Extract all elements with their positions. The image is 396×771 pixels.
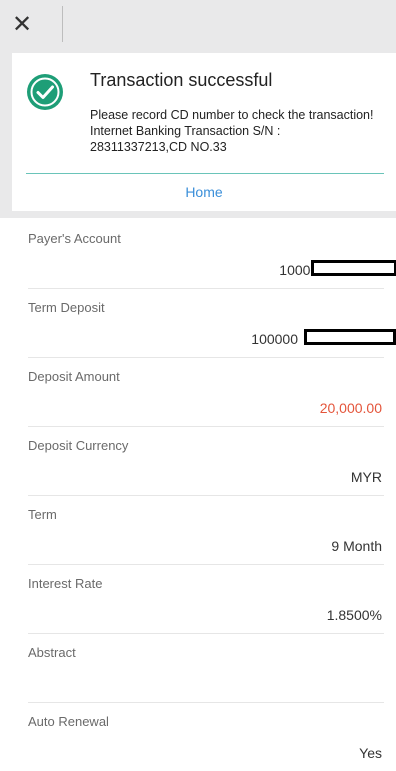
detail-label: Interest Rate	[28, 576, 103, 591]
home-button[interactable]: Home	[12, 184, 396, 200]
detail-label: Payer's Account	[28, 231, 121, 246]
deposit-amount-value: 20,000.00	[319, 400, 382, 416]
detail-row-deposit-amount: Deposit Amount 20,000.00	[28, 358, 384, 427]
detail-row-auto-renewal: Auto Renewal Yes	[28, 703, 384, 771]
detail-row-deposit-currency: Deposit Currency MYR	[28, 427, 384, 496]
card-divider	[26, 173, 384, 174]
serial-number-value: 28311337213,CD NO.33	[90, 140, 227, 154]
detail-row-payers-account: Payer's Account 100000	[28, 220, 396, 289]
close-button[interactable]: ✕	[12, 8, 56, 42]
success-title: Transaction successful	[90, 70, 273, 90]
detail-row-interest-rate: Interest Rate 1.8500%	[28, 565, 384, 634]
serial-number-label: Internet Banking Transaction S/N :	[90, 124, 281, 138]
detail-value: 1.8500%	[326, 607, 382, 623]
result-card: Transaction successful Please record CD …	[12, 53, 396, 211]
detail-value: Yes	[359, 745, 382, 761]
detail-value: 100000	[251, 331, 298, 347]
toolbar-divider	[62, 6, 63, 42]
close-icon: ✕	[12, 11, 33, 38]
detail-value: MYR	[350, 469, 382, 485]
redaction-box	[304, 329, 396, 345]
detail-row-term-deposit: Term Deposit 100000	[28, 289, 396, 358]
success-message: Please record CD number to check the tra…	[90, 107, 396, 155]
detail-label: Deposit Amount	[28, 369, 120, 384]
detail-row-abstract: Abstract	[28, 634, 384, 703]
detail-value: 9 Month	[331, 538, 382, 554]
detail-label: Deposit Currency	[28, 438, 129, 453]
detail-row-term: Term 9 Month	[28, 496, 384, 565]
detail-label: Term	[28, 507, 57, 522]
detail-label: Abstract	[28, 645, 76, 660]
redaction-box	[311, 260, 396, 276]
detail-label: Auto Renewal	[28, 714, 109, 729]
success-message-line: Please record CD number to check the tra…	[90, 108, 374, 122]
check-circle-icon	[27, 74, 63, 110]
detail-label: Term Deposit	[28, 300, 105, 315]
top-bar: ✕ Transaction successful Please record C…	[0, 0, 396, 218]
